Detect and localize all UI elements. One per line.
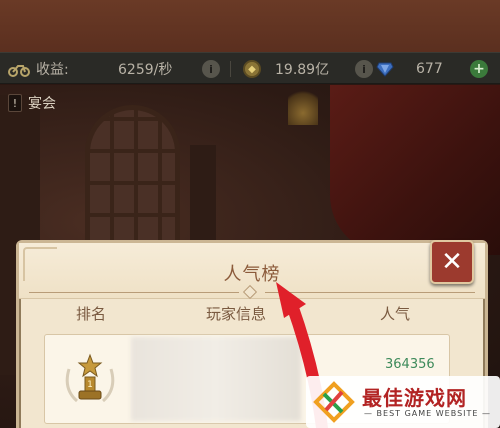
info-button[interactable]: i <box>202 53 220 85</box>
arched-window <box>85 105 180 245</box>
gem-value: 677 <box>416 61 443 77</box>
gold-info-button[interactable]: i <box>355 53 373 85</box>
blue-gem-icon <box>376 61 394 77</box>
title-diamond <box>242 284 258 300</box>
motorbike-icon <box>8 61 30 77</box>
player-info-blurred <box>131 337 301 421</box>
table-header: 排名 玩家信息 人气 <box>28 300 472 326</box>
column-popularity: 人气 <box>380 305 411 323</box>
watermark-title: 最佳游戏网 <box>362 386 467 410</box>
info-icon: i <box>202 60 220 78</box>
add-gem-button[interactable]: + <box>470 53 488 85</box>
plus-icon: + <box>470 60 488 78</box>
close-icon: ✕ <box>441 247 463 277</box>
svg-text:1: 1 <box>87 380 93 390</box>
panel-header: 人气榜 <box>19 243 485 300</box>
gold-value: 19.89亿 <box>275 62 330 78</box>
trophy-icon: 1 <box>59 349 121 411</box>
gem-group: 677 <box>376 53 443 85</box>
gold-coin-icon: ◆ <box>243 60 261 78</box>
panel-title: 人气榜 <box>223 264 281 285</box>
income-group: 收益: <box>8 53 69 85</box>
income-value-group: 6259/秒 <box>118 53 172 85</box>
column-player-info: 玩家信息 <box>206 305 267 323</box>
info-icon: i <box>355 60 373 78</box>
income-label: 收益: <box>36 62 69 78</box>
banquet-label: 宴会 <box>28 96 56 112</box>
divider <box>230 61 231 77</box>
watermark-logo-icon <box>313 381 355 423</box>
resource-bar: 收益: 6259/秒 i ◆ 19.89亿 i 677 + <box>0 52 500 84</box>
gold-group: ◆ 19.89亿 <box>243 53 329 85</box>
curtain <box>330 85 500 255</box>
watermark: 最佳游戏网 — BEST GAME WEBSITE — <box>306 376 500 428</box>
income-value: 6259/秒 <box>118 62 173 78</box>
chandelier <box>288 85 318 125</box>
close-button[interactable]: ✕ <box>430 240 474 284</box>
banquet-tab[interactable]: ! 宴会 <box>8 92 56 114</box>
title-rule-right <box>265 292 475 293</box>
column-rank: 排名 <box>76 305 107 323</box>
exclamation-icon: ! <box>8 94 22 112</box>
popularity-value: 364356 <box>385 357 435 372</box>
title-rule-left <box>29 292 239 293</box>
top-band <box>0 0 500 52</box>
watermark-subtitle: — BEST GAME WEBSITE — <box>364 409 491 418</box>
